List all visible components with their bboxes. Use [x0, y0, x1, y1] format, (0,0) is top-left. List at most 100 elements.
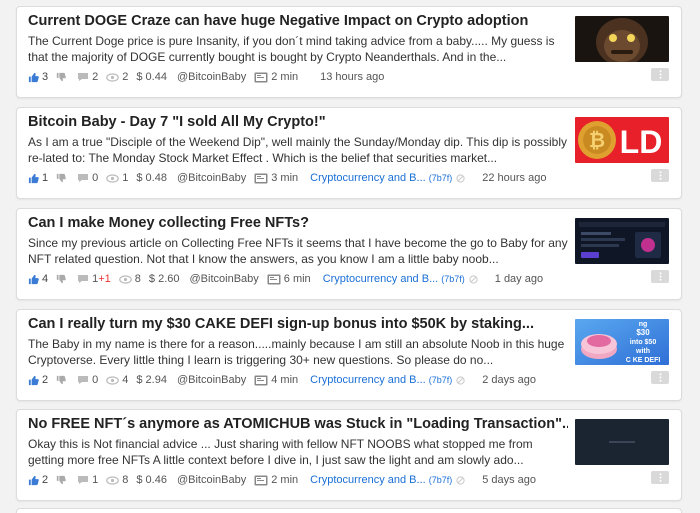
- downvote-button[interactable]: [56, 72, 69, 82]
- author-link[interactable]: @BitcoinBaby: [177, 374, 246, 386]
- views: 4: [106, 374, 128, 386]
- svg-text:₿: ₿: [589, 130, 605, 152]
- post-title[interactable]: Bitcoin Baby - Day 7 "I sold All My Cryp…: [28, 114, 568, 130]
- post-title[interactable]: No FREE NFT´s anymore as ATOMICHUB was S…: [28, 416, 568, 432]
- payout[interactable]: $ 0.48: [136, 172, 167, 184]
- category-name: Cryptocurrency and B...: [310, 374, 426, 386]
- post-age: 22 hours ago: [482, 172, 547, 184]
- author-link[interactable]: @BitcoinBaby: [177, 71, 246, 83]
- thumbnail-text-line: C KE DEFI: [626, 357, 661, 364]
- more-icon: [659, 369, 662, 387]
- thumbs-up-icon: [28, 475, 39, 486]
- thumbnail-text-line: $30: [636, 328, 650, 337]
- thumbs-down-icon: [56, 72, 66, 82]
- view-count: 2: [122, 71, 129, 83]
- downvote-button[interactable]: [56, 173, 69, 183]
- post-menu-button[interactable]: [651, 169, 669, 182]
- post-excerpt[interactable]: Since my previous article on Collecting …: [28, 235, 568, 269]
- upvote-button[interactable]: 4: [28, 273, 48, 285]
- clock-icon: [254, 72, 268, 83]
- post-excerpt[interactable]: The Baby in my name is there for a reaso…: [28, 336, 568, 370]
- post-title[interactable]: Can I really turn my $30 CAKE DEFI sign-…: [28, 316, 568, 332]
- clock-icon: [254, 375, 268, 386]
- comments-link[interactable]: 0: [77, 374, 98, 386]
- post-meta: 3 2 2 $ 0.44 @BitcoinBaby 2 min 13 hours…: [28, 69, 573, 85]
- eye-icon: [118, 274, 132, 284]
- post-menu-button[interactable]: [651, 270, 669, 283]
- thumbnail-text-line: into $50: [630, 339, 657, 346]
- read-time-text: 2 min: [271, 474, 299, 486]
- eye-icon: [106, 375, 120, 385]
- post-age: 13 hours ago: [320, 71, 385, 83]
- upvote-button[interactable]: 2: [28, 374, 48, 386]
- post-excerpt[interactable]: As I am a true "Disciple of the Weekend …: [28, 134, 568, 168]
- category-link[interactable]: Cryptocurrency and B... (7b7f): [306, 374, 468, 386]
- payout[interactable]: $ 2.94: [136, 374, 167, 386]
- views: 8: [106, 474, 128, 486]
- upvote-button[interactable]: 3: [28, 71, 48, 83]
- upvote-button[interactable]: 2: [28, 474, 48, 486]
- clock-icon: [254, 475, 268, 486]
- eye-icon: [106, 475, 120, 485]
- upvote-count: 3: [42, 71, 49, 83]
- post-card: Can I make Money collecting Free NFTs? S…: [16, 208, 682, 300]
- thumbs-down-icon: [56, 475, 66, 485]
- post-title[interactable]: Can I make Money collecting Free NFTs?: [28, 215, 568, 231]
- post-menu-button[interactable]: [651, 471, 669, 484]
- post-title[interactable]: Current DOGE Craze can have huge Negativ…: [28, 13, 568, 29]
- post-card: Can I really turn my $30 CAKE DEFI sign-…: [16, 309, 682, 401]
- comments-link[interactable]: 2: [77, 71, 98, 83]
- thumbs-up-icon: [28, 375, 39, 386]
- post-menu-button[interactable]: [651, 68, 669, 81]
- downvote-button[interactable]: [56, 475, 69, 485]
- comments-link[interactable]: 1 +1: [77, 273, 111, 285]
- more-icon: [659, 167, 662, 185]
- post-card: Bitcoin Baby - Day 7 "I sold All My Cryp…: [16, 107, 682, 199]
- category-link[interactable]: Cryptocurrency and B... (7b7f): [319, 273, 481, 285]
- thumbnail-text-line: ng: [639, 321, 648, 328]
- comment-icon: [77, 375, 89, 385]
- comments-link[interactable]: 1: [77, 474, 98, 486]
- comments-link[interactable]: 0: [77, 172, 98, 184]
- downvote-button[interactable]: [56, 274, 69, 284]
- downvote-button[interactable]: [56, 375, 69, 385]
- comment-count: 0: [92, 172, 99, 184]
- upvote-count: 2: [42, 374, 49, 386]
- views: 1: [106, 172, 128, 184]
- info-circle-icon: [456, 173, 465, 183]
- author-link[interactable]: @BitcoinBaby: [177, 474, 246, 486]
- read-time-text: 3 min: [271, 172, 299, 184]
- post-thumbnail[interactable]: [575, 16, 669, 62]
- post-excerpt[interactable]: The Current Doge price is pure Insanity,…: [28, 33, 568, 67]
- post-thumbnail[interactable]: [575, 218, 669, 264]
- post-menu-button[interactable]: [651, 371, 669, 384]
- category-name: Cryptocurrency and B...: [322, 273, 439, 285]
- read-time: 2 min: [254, 474, 298, 486]
- payout[interactable]: $ 2.60: [149, 273, 180, 285]
- category-link[interactable]: Cryptocurrency and B... (7b7f): [306, 172, 468, 184]
- author-link[interactable]: @BitcoinBaby: [190, 273, 259, 285]
- view-count: 4: [122, 374, 129, 386]
- read-time: 6 min: [267, 273, 311, 285]
- post-age: 1 day ago: [494, 273, 544, 285]
- post-meta: 2 0 4 $ 2.94 @BitcoinBaby 4 min Cryptocu…: [28, 372, 573, 388]
- author-link[interactable]: @BitcoinBaby: [177, 172, 246, 184]
- post-thumbnail[interactable]: ₿ LD: [575, 117, 669, 163]
- post-thumbnail[interactable]: ng $30 into $50 with C KE DEFI: [575, 319, 669, 365]
- payout[interactable]: $ 0.46: [136, 474, 167, 486]
- upvote-button[interactable]: 1: [28, 172, 48, 184]
- post-meta: 4 1 +1 8 $ 2.60 @BitcoinBaby 6 min Crypt…: [28, 271, 573, 287]
- comment-icon: [77, 274, 89, 284]
- read-time: 3 min: [254, 172, 298, 184]
- clock-icon: [267, 274, 281, 285]
- category-id: (7b7f): [428, 173, 453, 183]
- payout[interactable]: $ 0.44: [136, 71, 167, 83]
- post-card: Current DOGE Craze can have huge Negativ…: [16, 6, 682, 98]
- view-count: 1: [122, 172, 129, 184]
- new-comment-count: +1: [98, 273, 111, 285]
- info-circle-icon: [456, 475, 465, 485]
- category-link[interactable]: Cryptocurrency and B... (7b7f): [306, 474, 468, 486]
- post-excerpt[interactable]: Okay this is Not financial advice ... Ju…: [28, 436, 568, 470]
- post-thumbnail[interactable]: [575, 419, 669, 465]
- post-card: No FREE NFT´s anymore as ATOMICHUB was S…: [16, 409, 682, 501]
